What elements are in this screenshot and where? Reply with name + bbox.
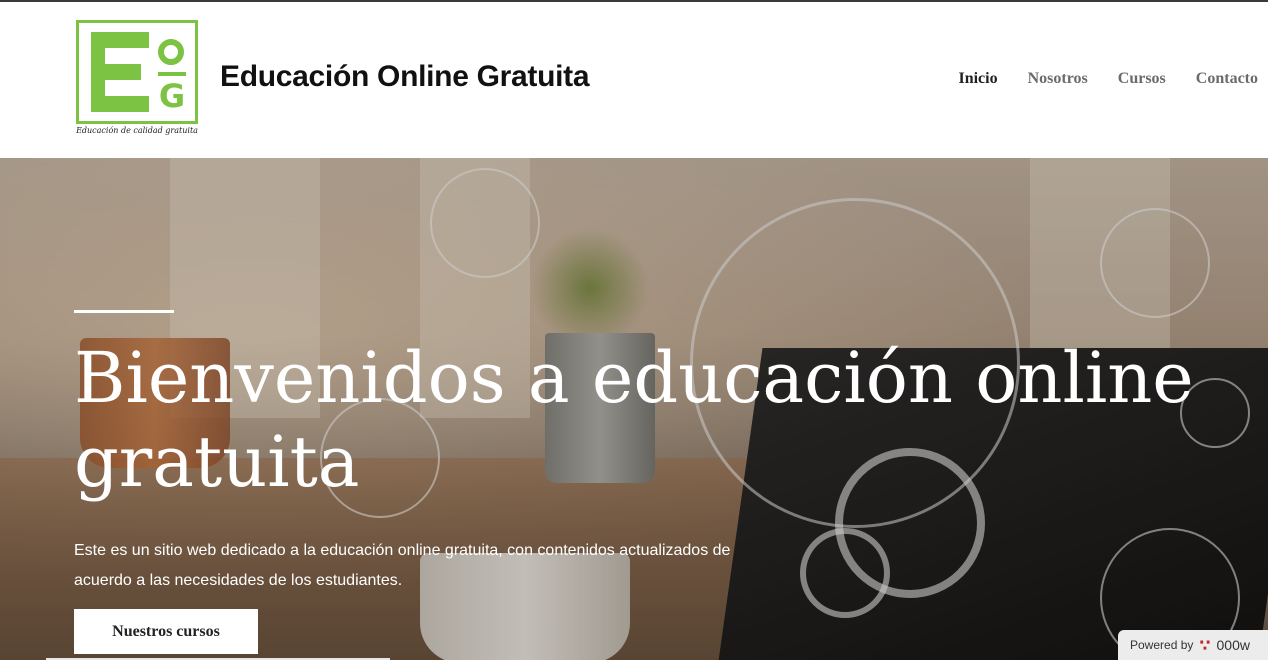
powered-by-label: Powered by	[1130, 638, 1194, 652]
our-courses-button[interactable]: Nuestros cursos	[74, 609, 258, 654]
hero-title: Bienvenidos a educación online gratuita	[74, 337, 1194, 503]
powered-by-brand: 000w	[1216, 637, 1250, 653]
logo-letter-e	[91, 32, 149, 112]
nav-item-cursos[interactable]: Cursos	[1118, 70, 1166, 88]
logo-letter-o	[158, 39, 184, 65]
logo-tagline: Educación de calidad gratuita	[76, 126, 198, 135]
powered-by-badge[interactable]: Powered by ∵ 000w	[1118, 630, 1268, 660]
logo-letter-g: G	[158, 77, 186, 115]
main-nav: Inicio Nosotros Cursos Contacto	[958, 70, 1258, 88]
000webhost-logo-icon: ∵	[1199, 635, 1211, 655]
hero-description: Este es un sitio web dedicado a la educa…	[74, 542, 731, 589]
nav-item-nosotros[interactable]: Nosotros	[1028, 70, 1088, 88]
site-header: G Educación de calidad gratuita Educació…	[0, 2, 1268, 158]
hero-accent-rule	[74, 310, 174, 313]
site-title[interactable]: Educación Online Gratuita	[220, 60, 590, 94]
nav-item-contacto[interactable]: Contacto	[1196, 70, 1258, 88]
logo-frame: G	[76, 20, 198, 124]
logo-divider	[158, 72, 186, 76]
hero-section: Bienvenidos a educación online gratuita …	[0, 158, 1268, 660]
nav-item-inicio[interactable]: Inicio	[958, 70, 997, 88]
site-logo[interactable]: G Educación de calidad gratuita	[76, 20, 198, 142]
